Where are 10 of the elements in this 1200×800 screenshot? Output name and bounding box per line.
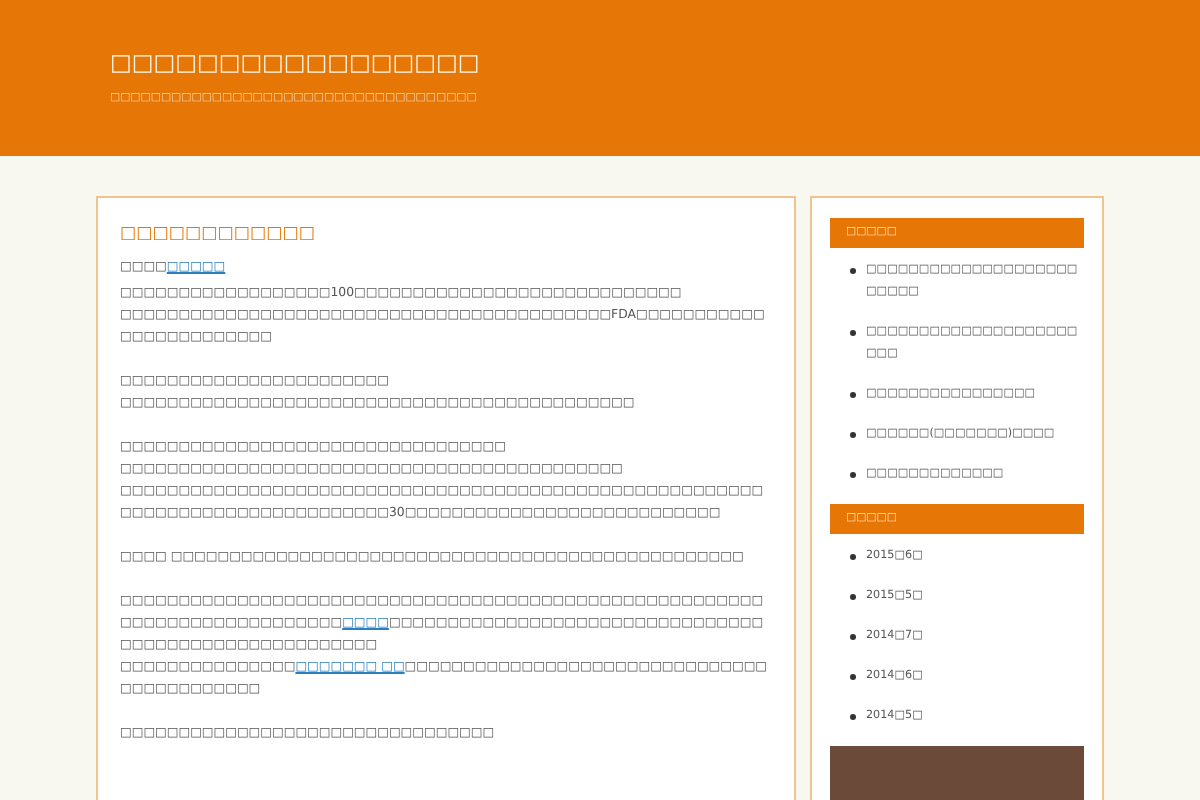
- bullet-icon: [850, 634, 856, 640]
- bullet-icon: [850, 268, 856, 274]
- bullet-icon: [850, 330, 856, 336]
- bullet-icon: [850, 674, 856, 680]
- bullet-icon: [850, 554, 856, 560]
- bullet-icon: [850, 714, 856, 720]
- bullet-icon: [850, 472, 856, 478]
- bullet-icon: [850, 392, 856, 398]
- bullet-icon: [850, 432, 856, 438]
- bullet-icon: [850, 594, 856, 600]
